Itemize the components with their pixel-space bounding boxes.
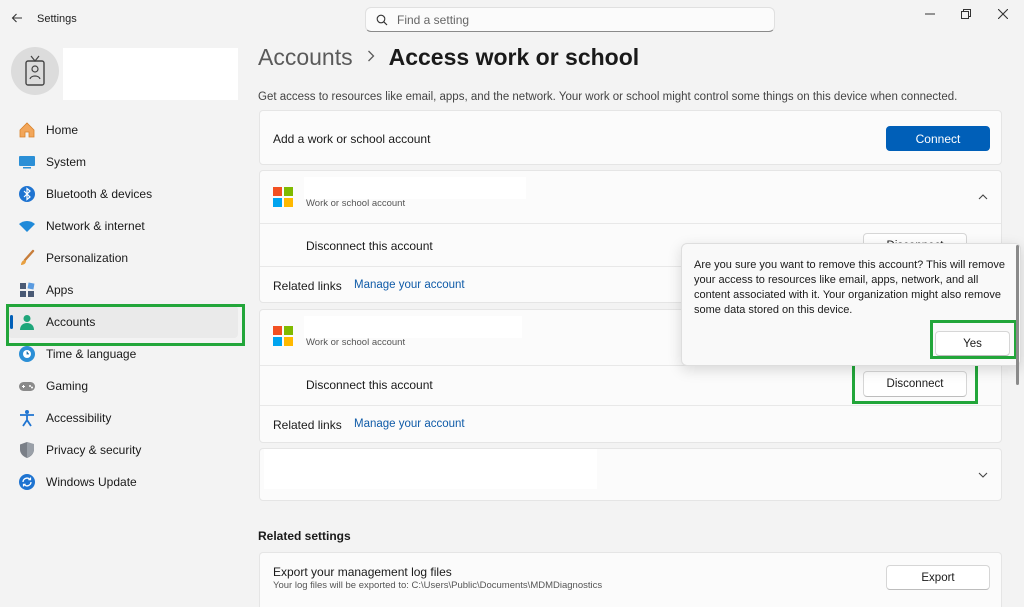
avatar[interactable] [11, 47, 59, 95]
sidebar-item-label: Windows Update [46, 475, 137, 489]
sidebar-item-label: Gaming [46, 379, 88, 393]
microsoft-logo-icon [273, 187, 293, 207]
account-redacted [264, 449, 597, 489]
add-account-card: Add a work or school account Connect [259, 110, 1002, 165]
sidebar-item-label: Bluetooth & devices [46, 187, 152, 201]
sidebar-item-privacy-security[interactable]: Privacy & security [8, 434, 238, 466]
related-links-label: Related links [273, 418, 342, 432]
sidebar-item-label: Time & language [46, 347, 136, 361]
app-title: Settings [37, 13, 77, 25]
title-bar: Settings [0, 0, 1024, 38]
close-icon[interactable] [989, 5, 1017, 23]
account-type-label: Work or school account [306, 198, 405, 209]
add-account-label: Add a work or school account [273, 132, 430, 146]
disconnect-account-text: Disconnect this account [306, 239, 433, 253]
sidebar-item-accessibility[interactable]: Accessibility [8, 402, 238, 434]
brush-icon [18, 249, 36, 267]
wifi-icon [18, 217, 36, 235]
sidebar-item-label: Home [46, 123, 78, 137]
chevron-up-icon[interactable] [976, 190, 990, 204]
back-arrow-icon[interactable] [8, 9, 26, 27]
system-icon [18, 153, 36, 171]
sidebar-item-network[interactable]: Network & internet [8, 210, 238, 242]
home-icon [18, 121, 36, 139]
sidebar-item-label: System [46, 155, 86, 169]
export-title: Export your management log files [273, 565, 452, 579]
page-description: Get access to resources like email, apps… [258, 91, 957, 103]
related-links-label: Related links [273, 279, 342, 293]
connect-button[interactable]: Connect [886, 126, 990, 151]
profile-name-redacted [63, 48, 238, 100]
disconnect-account-text: Disconnect this account [306, 378, 433, 392]
manage-account-link[interactable]: Manage your account [354, 418, 465, 430]
bluetooth-icon [18, 185, 36, 203]
chevron-down-icon[interactable] [976, 468, 990, 482]
page-title: Access work or school [389, 44, 640, 71]
sidebar-item-label: Personalization [46, 251, 128, 265]
restore-icon[interactable] [952, 5, 980, 23]
id-badge-icon [22, 55, 48, 87]
apps-icon [18, 281, 36, 299]
sidebar-item-windows-update[interactable]: Windows Update [8, 466, 238, 498]
account-email-redacted [304, 316, 522, 338]
export-description: Your log files will be exported to: C:\U… [273, 580, 602, 591]
sidebar-item-label: Privacy & security [46, 443, 141, 457]
related-settings-title: Related settings [258, 529, 351, 543]
export-logs-card: Export your management log files Your lo… [259, 552, 1002, 607]
divider [260, 405, 1001, 406]
scrollbar[interactable] [1016, 245, 1019, 385]
search-input[interactable] [397, 13, 757, 27]
yes-highlight-box [930, 320, 1017, 359]
collapsed-account-card[interactable] [259, 448, 1002, 501]
sidebar-item-label: Network & internet [46, 219, 145, 233]
search-icon [376, 14, 388, 26]
divider [260, 223, 1001, 224]
chevron-right-icon [367, 49, 375, 67]
search-box[interactable] [365, 7, 775, 32]
accounts-highlight-box [6, 304, 245, 346]
gamepad-icon [18, 377, 36, 395]
breadcrumb: Accounts Access work or school [258, 44, 639, 71]
manage-account-link[interactable]: Manage your account [354, 279, 465, 291]
disconnect-highlight-box [852, 363, 978, 404]
account-type-label: Work or school account [306, 337, 405, 348]
account-email-redacted [304, 177, 526, 199]
minimize-icon[interactable] [916, 5, 944, 23]
export-button[interactable]: Export [886, 565, 990, 590]
sidebar-item-gaming[interactable]: Gaming [8, 370, 238, 402]
sidebar-item-home[interactable]: Home [8, 114, 238, 146]
flyout-message: Are you sure you want to remove this acc… [694, 258, 1014, 318]
accessibility-icon [18, 409, 36, 427]
sidebar-item-apps[interactable]: Apps [8, 274, 238, 306]
sidebar-item-label: Accessibility [46, 411, 111, 425]
breadcrumb-parent[interactable]: Accounts [258, 44, 353, 71]
time-language-icon [18, 345, 36, 363]
microsoft-logo-icon [273, 326, 293, 346]
shield-icon [18, 441, 36, 459]
sidebar-item-label: Apps [46, 283, 73, 297]
update-icon [18, 473, 36, 491]
sidebar-item-personalization[interactable]: Personalization [8, 242, 238, 274]
sidebar-item-system[interactable]: System [8, 146, 238, 178]
sidebar-item-bluetooth[interactable]: Bluetooth & devices [8, 178, 238, 210]
